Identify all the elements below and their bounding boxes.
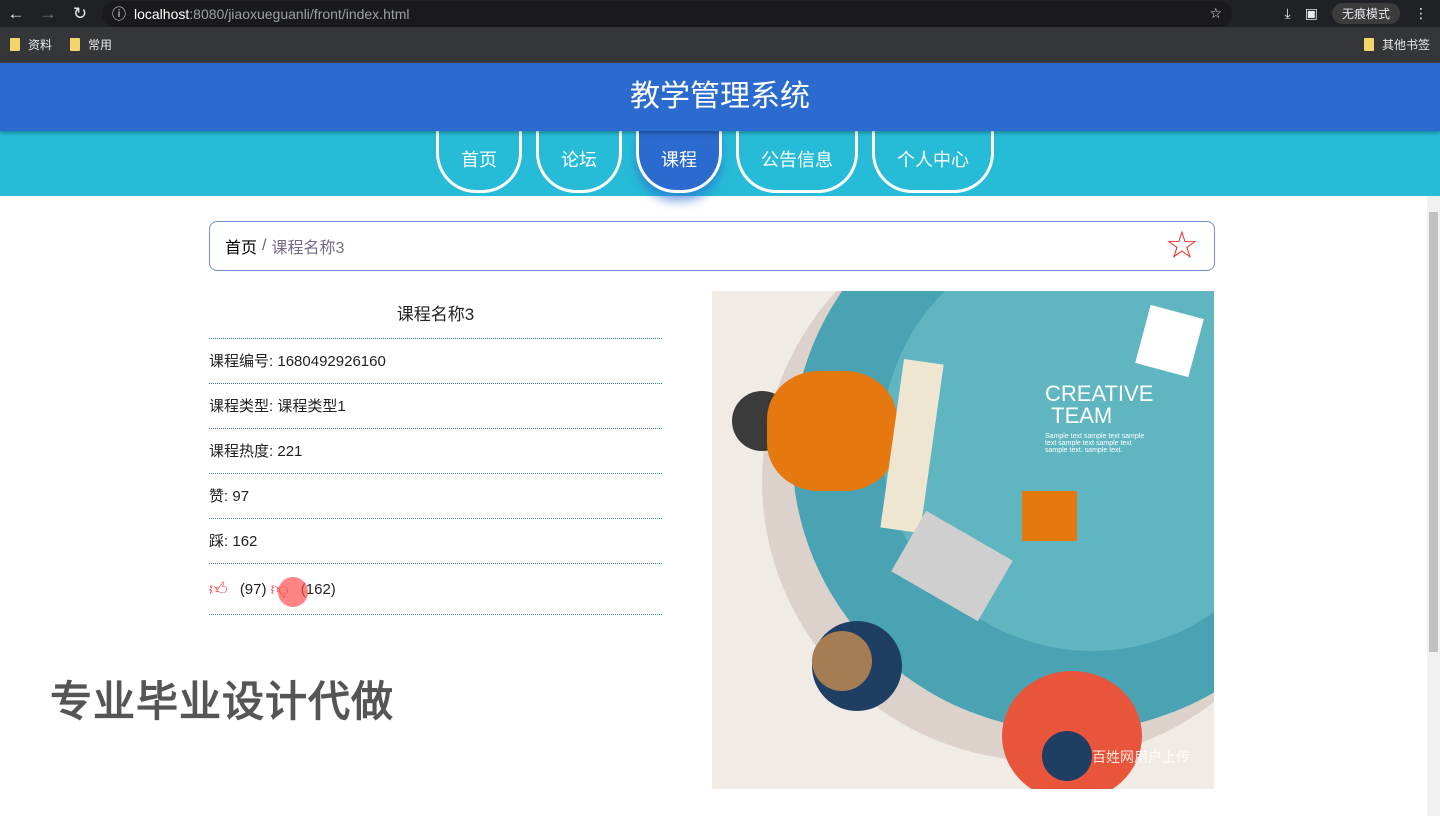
- creative-team-text: CREATIVE TEAM Sample text sample text sam…: [1045, 381, 1154, 455]
- address-bar[interactable]: ⓘ localhost:8080/jiaoxueguanli/front/ind…: [102, 0, 1232, 27]
- image-watermark: 百姓网用户上传: [1092, 749, 1190, 765]
- tab-home[interactable]: 首页: [436, 131, 522, 193]
- folder-icon: [1363, 38, 1374, 51]
- thumbs-up-icon[interactable]: 👍︎: [209, 564, 228, 615]
- breadcrumb-home[interactable]: 首页: [225, 234, 257, 258]
- overlay-watermark: 专业毕业设计代做: [50, 678, 395, 725]
- tab-profile[interactable]: 个人中心: [872, 131, 994, 193]
- course-info: 课程名称3 课程编号: 1680492926160 课程类型: 课程类型1 课程…: [209, 292, 662, 615]
- breadcrumb: 首页 / 课程名称3 ☆: [209, 221, 1215, 271]
- scrollbar[interactable]: [1427, 196, 1440, 816]
- like-count: (97): [239, 580, 267, 598]
- favorite-star-icon[interactable]: ☆: [1165, 227, 1199, 265]
- site-header: 教学管理系统: [0, 63, 1440, 131]
- bookmark-folder[interactable]: 常用: [70, 36, 112, 53]
- main-nav: 首页 论坛 课程 公告信息 个人中心: [0, 131, 1440, 196]
- field-course-id: 课程编号: 1680492926160: [209, 339, 662, 384]
- click-indicator: [278, 577, 308, 607]
- tab-announcements[interactable]: 公告信息: [736, 131, 858, 193]
- incognito-badge[interactable]: 无痕模式: [1331, 3, 1400, 24]
- folder-icon: [10, 38, 20, 51]
- tab-course[interactable]: 课程: [636, 131, 722, 193]
- course-image: CREATIVE TEAM Sample text sample text sam…: [712, 291, 1214, 789]
- reload-icon[interactable]: ↻: [64, 4, 96, 24]
- download-icon[interactable]: ⤓: [1285, 5, 1291, 22]
- field-dislikes: 踩: 162: [209, 519, 662, 564]
- info-icon[interactable]: ⓘ: [112, 4, 126, 24]
- back-icon[interactable]: ←: [0, 4, 32, 24]
- menu-icon[interactable]: ⋮: [1414, 5, 1428, 22]
- breadcrumb-current: 课程名称3: [271, 240, 345, 257]
- folder-icon: [70, 38, 81, 51]
- bookmarks-bar: 资料 常用 其他书签: [0, 27, 1440, 63]
- course-title: 课程名称3: [209, 292, 662, 339]
- vote-row: 👍︎ (97) 👎︎ (162): [209, 564, 662, 615]
- field-course-type: 课程类型: 课程类型1: [209, 384, 662, 429]
- bookmark-star-icon[interactable]: ☆: [1209, 5, 1232, 22]
- other-bookmarks[interactable]: 其他书签: [1363, 36, 1430, 53]
- forward-icon[interactable]: →: [32, 4, 64, 24]
- tab-forum[interactable]: 论坛: [536, 131, 622, 193]
- sidepanel-icon[interactable]: ▣: [1305, 5, 1318, 22]
- field-course-hotness: 课程热度: 221: [209, 429, 662, 474]
- scrollbar-thumb[interactable]: [1429, 212, 1438, 652]
- field-likes: 赞: 97: [209, 474, 662, 519]
- browser-toolbar: ← → ↻ ⓘ localhost:8080/jiaoxueguanli/fro…: [0, 0, 1440, 27]
- bookmark-folder[interactable]: 资料: [10, 36, 52, 53]
